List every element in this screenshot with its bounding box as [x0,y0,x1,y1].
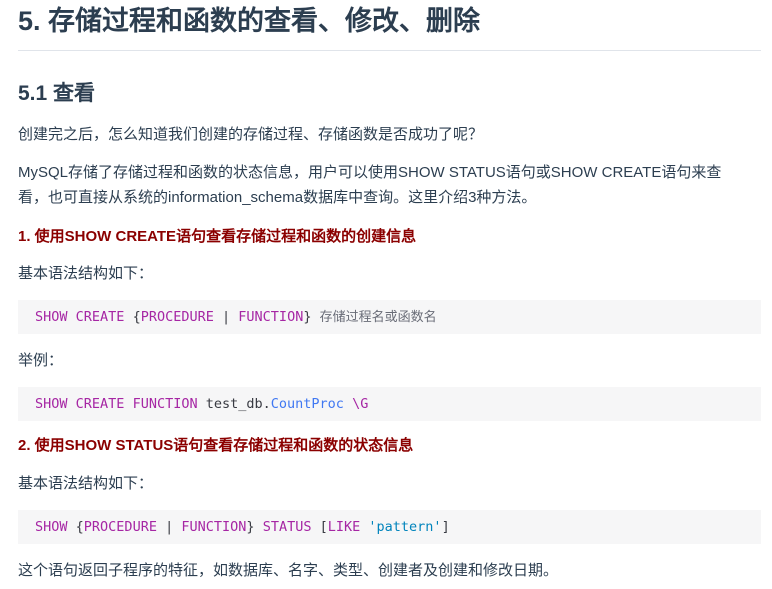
intro-paragraph-line-1: MySQL存储了存储过程和函数的状态信息，用户可以使用SHOW STATUS语句… [18,164,722,181]
code-separator: | [222,309,231,325]
code-keyword: SHOW [35,309,68,325]
code-keyword: STATUS [262,519,312,535]
section-heading: 5. 存储过程和函数的查看、修改、删除 [18,6,481,36]
method-1-syntax-code-block[interactable]: SHOW CREATE {PROCEDURE | FUNCTION} 存储过程名… [18,300,761,334]
method-1-example-label: 举例： [18,352,64,369]
code-database-name: test_db. [205,396,271,412]
intro-question: 创建完之后，怎么知道我们创建的存储过程、存储函数是否成功了呢？ [18,126,484,143]
code-brace: } [303,309,312,325]
code-keyword: FUNCTION [238,309,304,325]
code-keyword: FUNCTION [181,519,247,535]
method-2-description: 这个语句返回子程序的特征，如数据库、名字、类型、创建者及创建和修改日期。 [18,562,559,579]
code-keyword: CREATE [75,396,125,412]
method-1-title: 1. 使用SHOW CREATE语句查看存储过程和函数的创建信息 [18,228,417,245]
heading-divider [18,50,761,51]
code-separator: | [165,519,174,535]
code-keyword: PROCEDURE [83,519,157,535]
code-keyword: CREATE [75,309,125,325]
code-keyword: LIKE [327,519,361,535]
code-keyword: FUNCTION [132,396,198,412]
code-placeholder-text: 存储过程名或函数名 [319,310,437,325]
document-page: 5. 存储过程和函数的查看、修改、删除 5.1 查看 创建完之后，怎么知道我们创… [0,0,772,589]
code-terminator: \G [352,396,369,412]
code-brace: { [132,309,141,325]
method-2-title: 2. 使用SHOW STATUS语句查看存储过程和函数的状态信息 [18,437,414,454]
code-bracket: [ [319,519,328,535]
code-keyword: PROCEDURE [140,309,214,325]
code-string: 'pattern' [368,519,442,535]
subsection-heading: 5.1 查看 [18,82,96,105]
intro-paragraph-line-2: 看，也可直接从系统的information_schema数据库中查询。这里介绍3… [18,189,537,206]
method-1-example-code-block[interactable]: SHOW CREATE FUNCTION test_db.CountProc \… [18,387,761,421]
method-1-syntax-label: 基本语法结构如下： [18,265,154,282]
code-function-name: CountProc [270,396,344,412]
code-brace: { [75,519,84,535]
code-bracket: ] [441,519,450,535]
method-2-syntax-label: 基本语法结构如下： [18,475,154,492]
code-keyword: SHOW [35,519,68,535]
method-2-syntax-code-block[interactable]: SHOW {PROCEDURE | FUNCTION} STATUS [LIKE… [18,510,761,544]
code-keyword: SHOW [35,396,68,412]
code-brace: } [246,519,255,535]
